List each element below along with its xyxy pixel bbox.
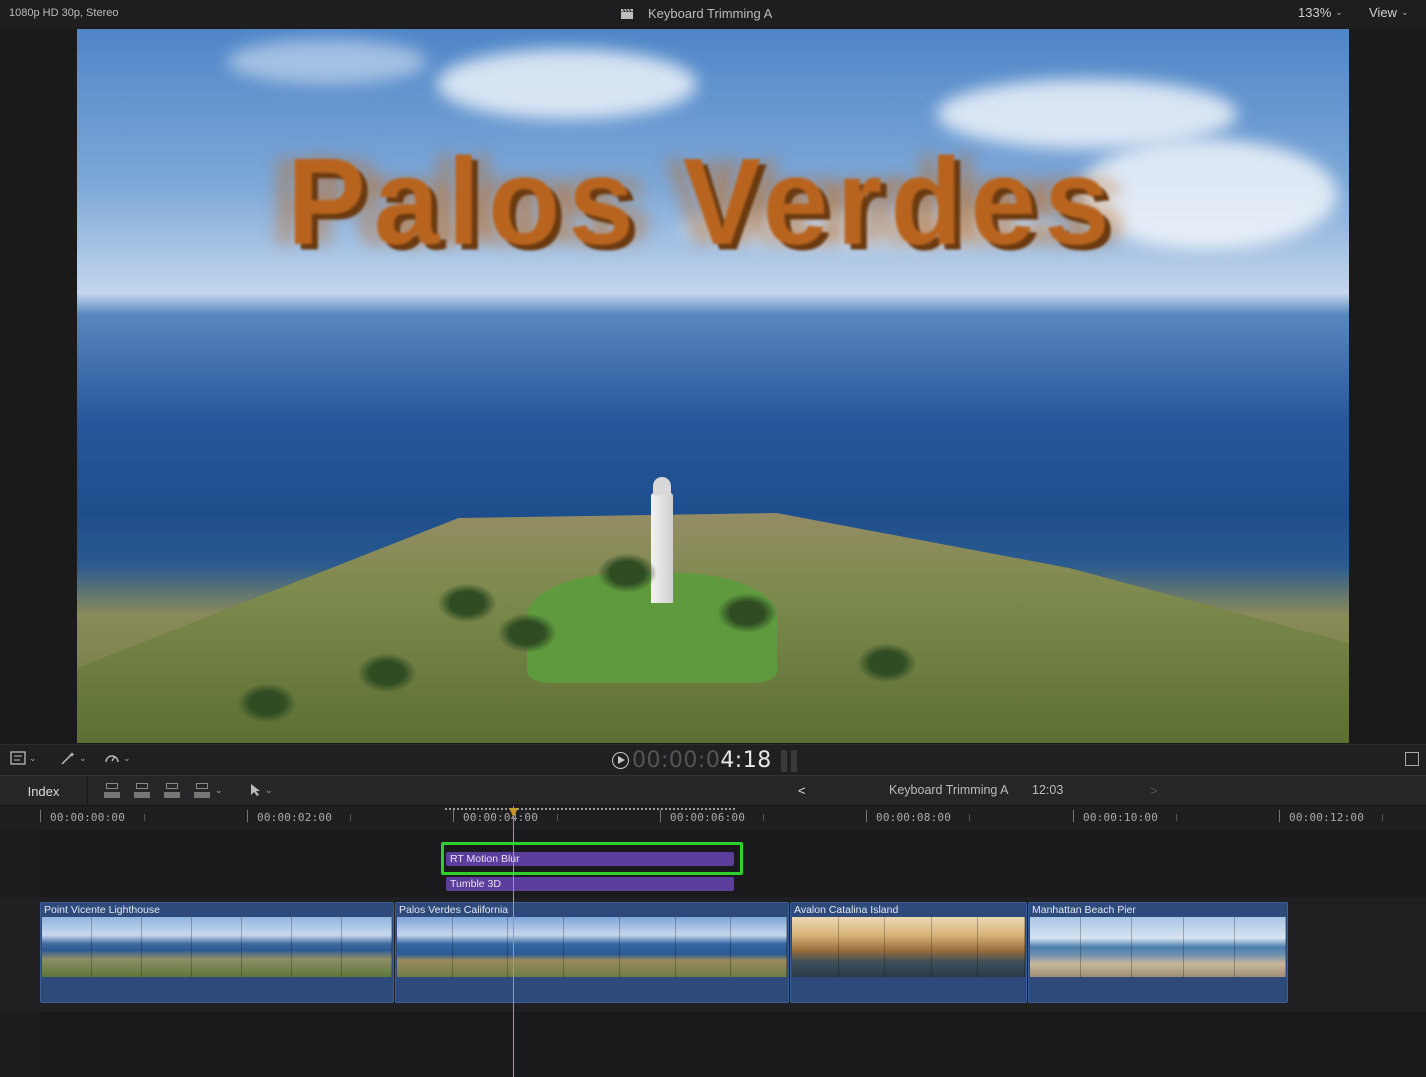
timecode-leading: 00:00:0: [632, 748, 721, 773]
previous-sequence-button[interactable]: <: [798, 783, 806, 798]
title-overlay-text: Palos Verdes: [287, 132, 1118, 272]
fullscreen-icon[interactable]: [1405, 752, 1419, 766]
selection-highlight: [441, 842, 743, 875]
timeline[interactable]: RT Motion Blur Tumble 3D Point Vicente L…: [0, 830, 1426, 1077]
append-edit-icon[interactable]: [164, 783, 182, 799]
video-clip-point-vicente[interactable]: Point Vicente Lighthouse: [40, 902, 394, 1003]
filmstrip: [792, 917, 1025, 977]
chevron-down-icon: ⌄: [123, 752, 131, 763]
filmstrip: [397, 917, 788, 977]
chevron-down-icon: ⌄: [29, 752, 37, 763]
clip-label: Point Vicente Lighthouse: [44, 904, 160, 916]
timeline-toolbar: Index ⌄ ⌄ < Keyboard Trimming A 12:03 >: [0, 775, 1426, 806]
clip-label: Manhattan Beach Pier: [1032, 904, 1136, 916]
clip-appearance-button[interactable]: ⌄: [10, 751, 37, 765]
ruler-label: 00:00:06:00: [670, 811, 746, 824]
format-label: 1080p HD 30p, Stereo: [9, 7, 119, 19]
timeline-ruler[interactable]: 00:00:00:00 00:00:02:00 00:00:04:00 00:0…: [0, 806, 1426, 830]
clip-label: Palos Verdes California: [399, 904, 509, 916]
final-cut-window: 1080p HD 30p, Stereo Keyboard Trimming A…: [0, 0, 1426, 1077]
overwrite-edit-icon[interactable]: [194, 783, 212, 799]
zoom-menu[interactable]: 133% ⌄: [1298, 5, 1343, 20]
video-clip-avalon-catalina[interactable]: Avalon Catalina Island: [790, 902, 1027, 1003]
arrow-tool-icon: [251, 784, 260, 796]
chevron-down-icon: ⌄: [1400, 7, 1409, 17]
ruler-label: 00:00:04:00: [463, 811, 539, 824]
magic-wand-icon: [61, 752, 75, 765]
view-menu[interactable]: View ⌄: [1369, 5, 1409, 20]
filmstrip: [1030, 917, 1287, 977]
viewer-title-text: Keyboard Trimming A: [648, 6, 773, 21]
ruler-label: 00:00:08:00: [876, 811, 952, 824]
index-button[interactable]: Index: [0, 776, 88, 806]
ruler-label: 00:00:00:00: [50, 811, 126, 824]
sequence-name: Keyboard Trimming A: [889, 783, 1009, 797]
audio-meter[interactable]: [781, 750, 799, 772]
tool-menu[interactable]: ⌄: [250, 783, 273, 797]
ruler-label: 00:00:10:00: [1083, 811, 1159, 824]
playhead[interactable]: [513, 806, 514, 1077]
ruler-label: 00:00:12:00: [1289, 811, 1365, 824]
play-icon[interactable]: [612, 752, 629, 769]
ruler-label: 00:00:02:00: [257, 811, 333, 824]
video-clip-manhattan-beach[interactable]: Manhattan Beach Pier: [1028, 902, 1288, 1003]
range-indicator: [445, 808, 735, 810]
connect-edit-icon[interactable]: [104, 783, 122, 799]
video-frame[interactable]: Palos Verdes: [77, 29, 1349, 743]
speedometer-icon: [105, 755, 119, 763]
viewer-title: Keyboard Trimming A: [620, 6, 772, 21]
filmstrip: [42, 917, 392, 977]
zoom-value: 133%: [1298, 5, 1332, 20]
chevron-down-icon: ⌄: [79, 752, 87, 763]
timecode-display[interactable]: 00:00:0 4:18: [612, 748, 772, 773]
chevron-down-icon: ⌄: [265, 784, 273, 795]
clip-label: Avalon Catalina Island: [794, 904, 899, 916]
clip-appearance-icon: [10, 751, 26, 765]
viewer-header: 1080p HD 30p, Stereo Keyboard Trimming A…: [0, 0, 1426, 28]
retime-button[interactable]: ⌄: [104, 751, 131, 765]
viewer: Palos Verdes: [0, 28, 1426, 744]
chevron-down-icon[interactable]: ⌄: [215, 785, 223, 796]
insert-edit-icon[interactable]: [134, 783, 152, 799]
transport-bar: ⌄ ⌄ ⌄ 00:00:0 4:18: [0, 744, 1426, 775]
chevron-down-icon: ⌄: [1335, 7, 1343, 17]
clapper-icon: [621, 8, 633, 19]
sequence-duration: 12:03: [1032, 783, 1064, 797]
lighthouse-lamp: [653, 477, 671, 495]
timecode-value: 4:18: [720, 748, 772, 773]
view-menu-label: View: [1369, 5, 1397, 20]
next-sequence-button[interactable]: >: [1150, 783, 1158, 798]
video-clip-palos-verdes[interactable]: Palos Verdes California: [395, 902, 789, 1003]
title-clip-tumble-3d[interactable]: Tumble 3D: [446, 877, 734, 891]
enhancements-button[interactable]: ⌄: [60, 751, 87, 765]
